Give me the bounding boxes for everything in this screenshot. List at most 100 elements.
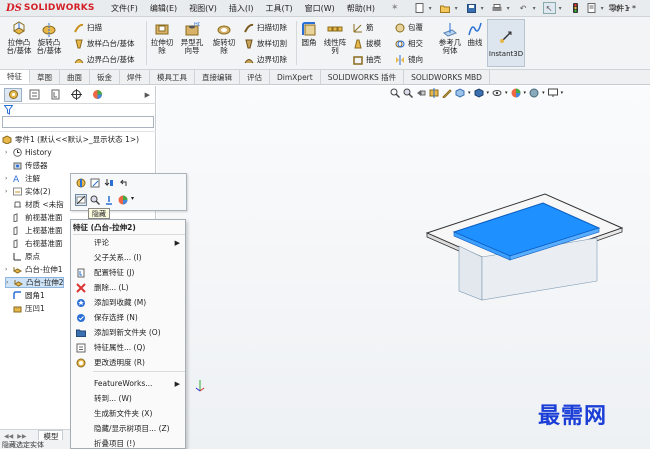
view-triad-icon[interactable] bbox=[195, 378, 205, 394]
chevron-down-icon[interactable]: ▾ bbox=[533, 5, 536, 12]
undo-icon[interactable]: ↶ bbox=[517, 2, 530, 14]
tree-item-history[interactable]: › History bbox=[5, 147, 52, 158]
chevron-down-icon[interactable]: ▾ bbox=[468, 90, 471, 96]
edit-sketch-icon[interactable] bbox=[89, 177, 101, 189]
undo-move-icon[interactable] bbox=[117, 177, 129, 189]
menu-window[interactable]: 窗口(W) bbox=[299, 3, 341, 14]
tab-solidworks-mbd[interactable]: SOLIDWORKS MBD bbox=[404, 70, 490, 84]
hide-show-items-icon[interactable] bbox=[492, 88, 502, 98]
pin-icon[interactable]: ✶ bbox=[391, 3, 399, 13]
menu-item-featureworks[interactable]: FeatureWorks... ▶ bbox=[71, 377, 187, 390]
expand-arrow-icon[interactable]: › bbox=[5, 175, 12, 182]
graphics-area[interactable] bbox=[157, 86, 650, 449]
swept-cut-button[interactable]: 扫描切除 bbox=[243, 22, 287, 33]
menu-item-save-selection[interactable]: 保存选择 (N) bbox=[71, 311, 187, 324]
boundary-boss-button[interactable]: 边界凸台/基体 bbox=[73, 54, 135, 65]
zoom-to-fit-icon[interactable] bbox=[390, 88, 400, 98]
display-manager-tab-icon[interactable] bbox=[88, 88, 106, 102]
rib-button[interactable]: 筋 bbox=[352, 22, 374, 33]
more-tabs-arrow-icon[interactable]: ▶ bbox=[145, 91, 150, 99]
save-icon[interactable] bbox=[465, 2, 478, 14]
fillet-button[interactable]: 圆角 bbox=[299, 21, 319, 47]
filter-input[interactable] bbox=[2, 116, 154, 128]
menu-view[interactable]: 视图(V) bbox=[183, 3, 223, 14]
menu-item-comment[interactable]: 评论 ▶ bbox=[71, 236, 187, 249]
edit-feature-icon[interactable] bbox=[75, 177, 87, 189]
tree-item-boss-extrude1[interactable]: › 凸台-拉伸1 bbox=[5, 264, 62, 275]
print-icon[interactable] bbox=[491, 2, 504, 14]
menu-item-collapse-items[interactable]: 折叠项目 (!) bbox=[71, 437, 187, 449]
chevron-down-icon[interactable]: ▾ bbox=[524, 90, 527, 96]
new-document-icon[interactable] bbox=[413, 2, 426, 14]
tree-item-front-plane[interactable]: 前视基准面 bbox=[12, 212, 63, 223]
tab-features[interactable]: 特征 bbox=[0, 70, 30, 84]
tab-surfaces[interactable]: 曲面 bbox=[60, 70, 90, 84]
dynamic-annotation-icon[interactable] bbox=[442, 88, 452, 98]
hide-body-icon[interactable] bbox=[75, 194, 87, 206]
chevron-down-icon[interactable]: ▾ bbox=[487, 90, 490, 96]
appearance-icon[interactable] bbox=[117, 194, 129, 206]
hole-wizard-button[interactable]: HC 异型孔 向导 bbox=[177, 21, 207, 55]
cut-revolve-button[interactable]: 旋转切 除 bbox=[209, 21, 239, 55]
chevron-down-icon[interactable]: ▾ bbox=[505, 90, 508, 96]
chevron-down-icon[interactable]: ▾ bbox=[542, 90, 545, 96]
chevron-down-icon[interactable]: ▾ bbox=[429, 5, 432, 12]
menu-item-change-transparency[interactable]: 更改透明度 (R) bbox=[71, 356, 187, 369]
menu-tools[interactable]: 工具(T) bbox=[259, 3, 298, 14]
expand-arrow-icon[interactable]: › bbox=[6, 279, 13, 286]
tab-evaluate[interactable]: 评估 bbox=[240, 70, 270, 84]
chevron-down-icon[interactable]: ▾ bbox=[561, 90, 564, 96]
tree-item-top-plane[interactable]: 上视基准面 bbox=[12, 225, 63, 236]
loft-button[interactable]: 放样凸台/基体 bbox=[73, 38, 135, 49]
expand-arrow-icon[interactable]: › bbox=[5, 266, 12, 273]
menu-item-delete[interactable]: 删除... (L) bbox=[71, 281, 187, 294]
tab-weldments[interactable]: 焊件 bbox=[120, 70, 150, 84]
section-view-icon[interactable] bbox=[429, 88, 439, 98]
nav-first-icon[interactable]: ◀◀ bbox=[4, 433, 13, 440]
dimxpert-manager-tab-icon[interactable] bbox=[67, 88, 85, 102]
tree-item-fillet1[interactable]: 圆角1 bbox=[12, 290, 45, 301]
intersect-button[interactable]: 相交 bbox=[394, 38, 423, 49]
linear-pattern-button[interactable]: 线性阵 列 bbox=[321, 21, 349, 55]
menu-item-add-favorite[interactable]: 添加到收藏 (M) bbox=[71, 296, 187, 309]
boss-extrude-button[interactable]: 拉伸凸 台/基体 bbox=[4, 21, 34, 55]
part-model[interactable] bbox=[157, 86, 650, 449]
sweep-button[interactable]: 扫描 bbox=[73, 22, 102, 33]
traffic-light-icon[interactable] bbox=[569, 2, 582, 14]
expand-arrow-icon[interactable]: › bbox=[5, 188, 12, 195]
chevron-down-icon[interactable]: ▾ bbox=[507, 5, 510, 12]
previous-view-icon[interactable] bbox=[416, 88, 426, 98]
chevron-down-icon[interactable]: ▾ bbox=[481, 5, 484, 12]
cut-extrude-button[interactable]: 拉伸切 除 bbox=[149, 21, 175, 55]
tab-solidworks-addins[interactable]: SOLIDWORKS 插件 bbox=[321, 70, 405, 84]
menu-item-feature-properties[interactable]: 特征属性... (Q) bbox=[71, 341, 187, 354]
tree-root-part[interactable]: 零件1 (默认<<默认>_显示状态 1>) bbox=[2, 134, 139, 145]
rollback-arrow-icon[interactable] bbox=[103, 177, 115, 189]
menu-insert[interactable]: 插入(I) bbox=[223, 3, 260, 14]
view-settings-monitor-icon[interactable] bbox=[547, 88, 558, 98]
zoom-to-area-icon[interactable] bbox=[403, 88, 413, 98]
tree-item-indent1[interactable]: 压凹1 bbox=[12, 303, 45, 314]
menu-edit[interactable]: 编辑(E) bbox=[144, 3, 183, 14]
chevron-down-icon[interactable]: ▾ bbox=[559, 5, 562, 12]
tree-item-annotations[interactable]: › A 注解 bbox=[5, 173, 40, 184]
reference-geometry-button[interactable]: 参考几 何体 bbox=[436, 21, 464, 55]
menu-item-configure-feature[interactable]: 配置特征 (J) bbox=[71, 266, 187, 279]
menu-help[interactable]: 帮助(H) bbox=[341, 3, 381, 14]
tab-dimxpert[interactable]: DimXpert bbox=[270, 70, 321, 84]
expand-arrow-icon[interactable]: › bbox=[5, 149, 12, 156]
property-manager-tab-icon[interactable] bbox=[25, 88, 43, 102]
nav-next-icon[interactable]: ▶▶ bbox=[17, 433, 26, 440]
chevron-down-icon[interactable]: ▾ bbox=[455, 5, 458, 12]
lofted-cut-button[interactable]: 放样切割 bbox=[243, 38, 287, 49]
view-orientation-icon[interactable] bbox=[455, 88, 465, 98]
tab-sheet-metal[interactable]: 钣金 bbox=[90, 70, 120, 84]
menu-item-create-new-folder[interactable]: 生成新文件夹 (X) bbox=[71, 407, 187, 420]
shell-button[interactable]: 抽壳 bbox=[352, 54, 381, 65]
apply-scene-icon[interactable] bbox=[529, 88, 539, 98]
tree-item-solid-bodies[interactable]: › 实体(2) bbox=[5, 186, 51, 197]
boundary-cut-button[interactable]: 边界切除 bbox=[243, 54, 287, 65]
tab-mold-tools[interactable]: 模具工具 bbox=[150, 70, 195, 84]
instant3d-button[interactable]: Instant3D bbox=[487, 19, 525, 67]
tree-item-right-plane[interactable]: 右视基准面 bbox=[12, 238, 63, 249]
